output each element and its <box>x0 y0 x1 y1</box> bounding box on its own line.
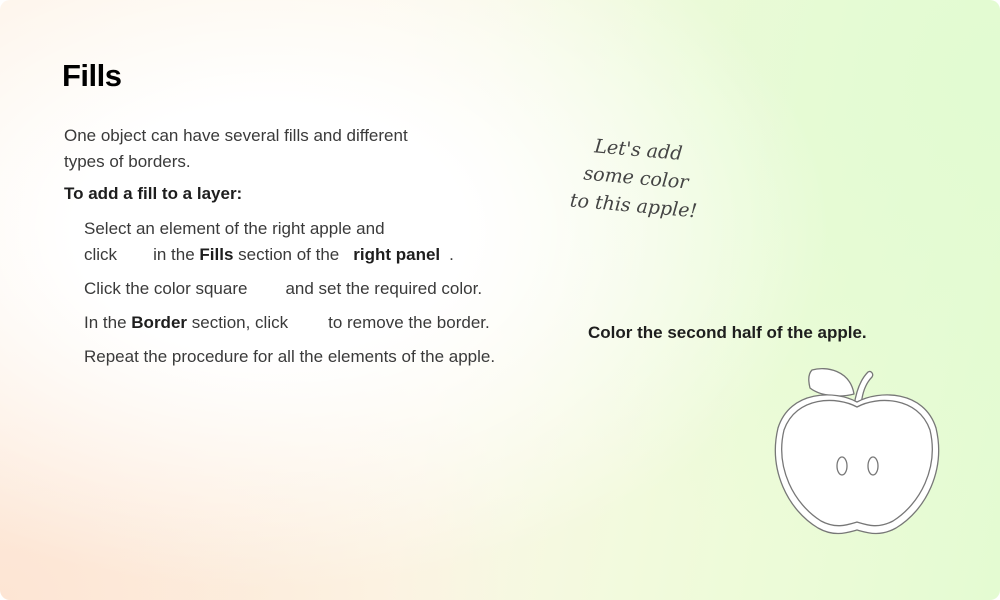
step-3: In the Border section, click to remove th… <box>84 310 490 336</box>
step-2-after: and set the required color. <box>285 279 483 298</box>
step-1-line-2: click in the Fills section of the right pa… <box>84 242 454 268</box>
step-1-line-1: Select an element of the right apple and <box>84 219 385 238</box>
step-4: Repeat the procedure for all the element… <box>84 347 496 366</box>
step-3-after: to remove the border. <box>328 313 490 332</box>
step-1-dot: . <box>449 245 454 264</box>
intro-line-1: One object can have several fills and di… <box>64 126 408 145</box>
step-2: Click the color square and set the requir… <box>84 276 482 302</box>
step-1-fills: Fills <box>199 245 234 264</box>
apple-inner-body[interactable] <box>781 399 933 527</box>
step-3-section-click: section, click <box>191 313 289 332</box>
apple-seed-right[interactable] <box>867 456 879 476</box>
howto-heading: To add a fill to a layer: <box>64 184 243 203</box>
page-title: Fills <box>62 58 122 93</box>
step-1: Select an element of the right apple and… <box>84 216 454 268</box>
step-3-border: Border <box>131 313 188 332</box>
apple-seed-left[interactable] <box>836 456 848 476</box>
apple-drawing <box>774 368 940 535</box>
step-1-right-panel: right panel <box>353 245 441 264</box>
step-3-in-the: In the <box>84 313 127 332</box>
task-instruction: Color the second half of the apple. <box>588 323 867 342</box>
step-2-before: Click the color square <box>84 279 248 298</box>
apple-leaf[interactable] <box>808 368 855 397</box>
intro-paragraph: One object can have several fills and di… <box>64 123 484 175</box>
step-1-in-the: in the <box>153 245 195 264</box>
handwritten-note: Let's add some color to this apple! <box>563 130 710 226</box>
step-1-section-of: section of the <box>238 245 340 264</box>
step-1-click: click <box>84 245 118 264</box>
intro-line-2: types of borders. <box>64 152 191 171</box>
slide-canvas: Fills One object can have several fills … <box>0 0 1000 600</box>
